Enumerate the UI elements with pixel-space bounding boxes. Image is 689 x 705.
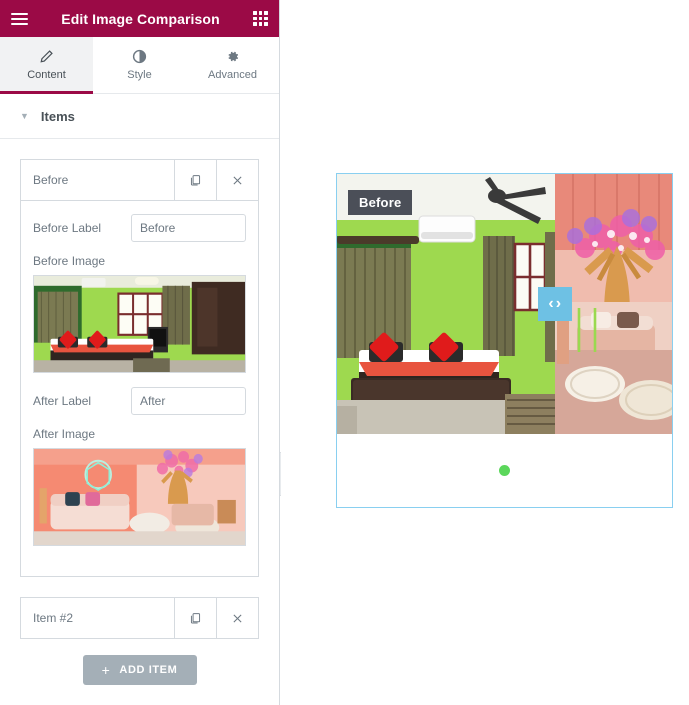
repeater-item-title[interactable]: Before bbox=[21, 160, 174, 200]
close-icon[interactable] bbox=[216, 160, 258, 200]
contrast-icon bbox=[132, 49, 147, 64]
hamburger-icon[interactable] bbox=[11, 12, 28, 25]
items-section-body: Before Before Label Before Before Image … bbox=[0, 139, 279, 705]
gear-icon bbox=[225, 49, 240, 64]
copy-icon[interactable] bbox=[174, 598, 216, 638]
before-label-input[interactable] bbox=[131, 214, 246, 242]
panel-header: Edit Image Comparison bbox=[0, 0, 279, 37]
carousel-pagination bbox=[337, 434, 672, 507]
plus-icon: + bbox=[101, 662, 111, 678]
page-title: Edit Image Comparison bbox=[61, 10, 220, 27]
after-image-label: After Image bbox=[33, 427, 96, 441]
panel-tabs: Content Style Advanced bbox=[0, 37, 279, 94]
tab-advanced-label: Advanced bbox=[208, 69, 257, 81]
comparison-strip[interactable]: Before ‹ › bbox=[337, 174, 672, 434]
before-room-image bbox=[34, 276, 245, 372]
add-item-button[interactable]: + ADD ITEM bbox=[82, 655, 197, 685]
after-label-field-row: After Label bbox=[33, 387, 246, 415]
chevron-left-icon: ‹ bbox=[548, 295, 554, 312]
tab-style-label: Style bbox=[127, 69, 152, 81]
repeater-item-title[interactable]: Item #2 bbox=[21, 598, 174, 638]
after-image-pane bbox=[554, 174, 672, 434]
before-label-label: Before Label bbox=[33, 221, 102, 235]
after-room-preview bbox=[554, 174, 672, 434]
preview-canvas: Before ‹ › bbox=[281, 0, 689, 705]
after-image-thumbnail[interactable] bbox=[33, 448, 246, 546]
add-item-button-label: ADD ITEM bbox=[119, 664, 178, 676]
chevron-down-icon: ▼ bbox=[20, 110, 29, 121]
before-label-field-row: Before Label bbox=[33, 214, 246, 242]
pencil-icon bbox=[39, 49, 54, 64]
tab-advanced[interactable]: Advanced bbox=[186, 37, 279, 93]
copy-icon[interactable] bbox=[174, 160, 216, 200]
section-items-label: Items bbox=[40, 108, 75, 124]
close-icon[interactable] bbox=[216, 598, 258, 638]
repeater-row[interactable]: Before bbox=[20, 159, 259, 201]
tab-content[interactable]: Content bbox=[0, 37, 93, 94]
repeater-item-fields: Before Label Before Image bbox=[20, 201, 259, 577]
after-room-image bbox=[34, 449, 245, 545]
tab-style[interactable]: Style bbox=[93, 37, 186, 93]
before-image-label: Before Image bbox=[33, 254, 106, 268]
comparison-drag-handle[interactable]: ‹ › bbox=[537, 287, 572, 321]
after-label-input[interactable] bbox=[131, 387, 246, 415]
tab-content-label: Content bbox=[27, 69, 66, 81]
repeater-row[interactable]: Item #2 bbox=[20, 597, 259, 639]
image-comparison-widget[interactable]: Before ‹ › bbox=[336, 173, 673, 508]
editor-panel: Edit Image Comparison Content Style Adva… bbox=[0, 0, 280, 705]
add-item-wrapper: + ADD ITEM bbox=[20, 639, 259, 703]
section-items[interactable]: ▼ Items bbox=[0, 94, 279, 139]
chevron-right-icon: › bbox=[555, 295, 562, 312]
before-image-thumbnail[interactable] bbox=[33, 275, 246, 373]
pagination-dot[interactable] bbox=[499, 465, 510, 476]
after-label-label: After Label bbox=[33, 394, 92, 408]
grid-icon[interactable] bbox=[253, 11, 268, 26]
before-badge: Before bbox=[348, 190, 413, 215]
